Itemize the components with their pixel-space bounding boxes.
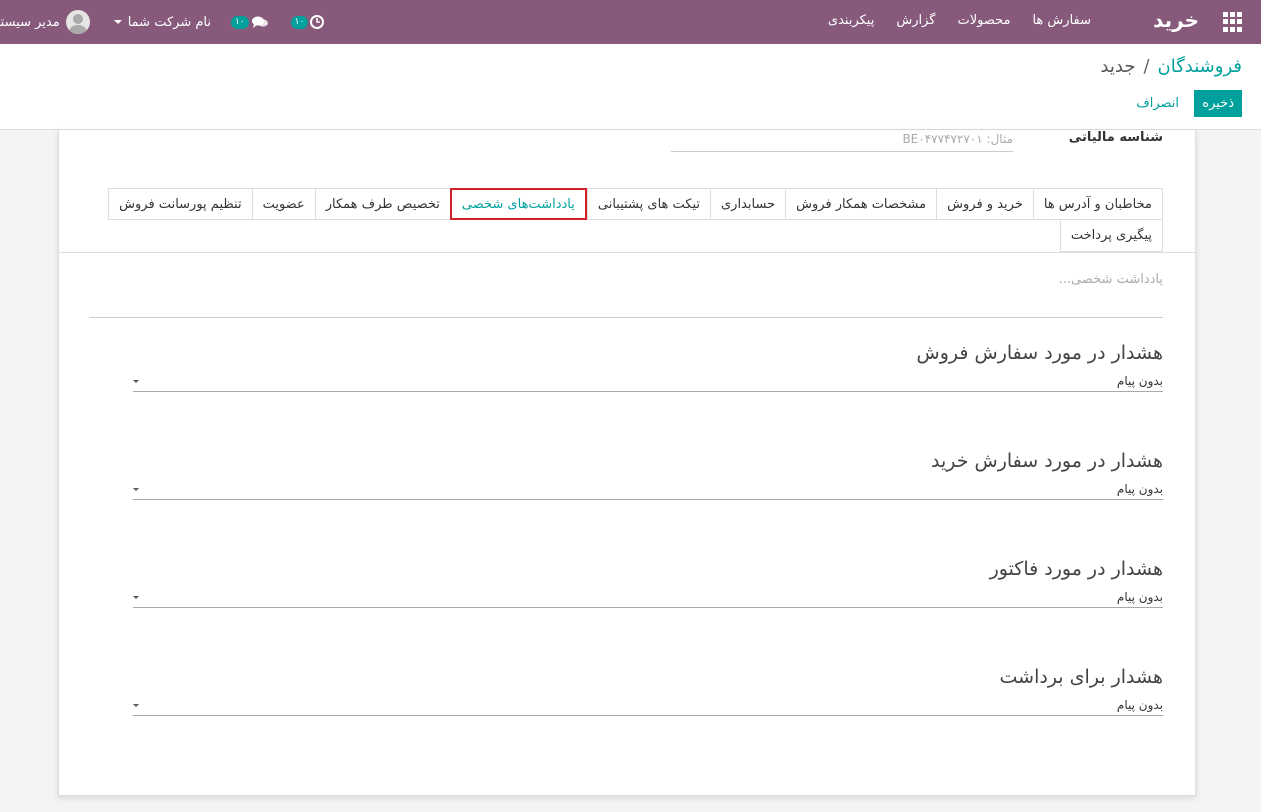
apps-grid-icon[interactable] — [1223, 12, 1243, 32]
caret-down-icon — [133, 596, 139, 599]
tabs-divider — [59, 252, 1197, 253]
chat-icon — [251, 16, 268, 28]
tab-contacts-addresses[interactable]: مخاطبان و آدرس ها — [1032, 188, 1163, 220]
invoice-warning-value: بدون پیام — [1116, 590, 1163, 604]
sale-warning-title: هشدار در مورد سفارش فروش — [916, 342, 1163, 364]
caret-down-icon — [133, 488, 139, 491]
messaging-menu[interactable]: ۱۰ — [230, 15, 269, 29]
tab-accounting[interactable]: حسابداری — [710, 188, 786, 220]
vat-label: شناسه مالیاتی — [1068, 130, 1163, 145]
form-sheet: شناسه مالیاتی مثال: BE۰۴۷۷۴۷۲۷۰۱ مخاطبان… — [58, 130, 1197, 796]
tab-sales-purchase[interactable]: خرید و فروش — [936, 188, 1033, 220]
chat-count-badge: ۱۰ — [230, 15, 249, 29]
user-name: مدیر سیستم — [0, 14, 60, 30]
user-menu[interactable]: مدیر سیستم — [0, 10, 90, 34]
picking-warning-value: بدون پیام — [1116, 698, 1163, 712]
tab-partner-assignment[interactable]: تخصیص طرف همکار — [314, 188, 450, 220]
tab-support-tickets[interactable]: تیکت های پشتیبانی — [586, 188, 710, 220]
breadcrumb: فروشندگان / جدید — [1100, 56, 1242, 77]
tab-payment-follow-up[interactable]: پیگیری پرداخت — [1059, 220, 1163, 252]
picking-warning-title: هشدار برای برداشت — [999, 666, 1164, 688]
caret-down-icon — [133, 380, 139, 383]
main-menu: سفارش ها محصولات گزارش پیکربندی — [828, 13, 1091, 28]
breadcrumb-separator: / — [1143, 56, 1150, 77]
activity-menu[interactable]: ۱۰ — [290, 15, 325, 29]
tab-internal-notes[interactable]: یادداشت‌های شخصی — [449, 188, 587, 220]
app-brand[interactable]: خرید — [1153, 8, 1199, 32]
caret-down-icon — [113, 20, 122, 24]
menu-item-products[interactable]: محصولات — [957, 13, 1010, 28]
sale-warning-select[interactable]: بدون پیام — [133, 372, 1163, 392]
top-navbar: خرید سفارش ها محصولات گزارش پیکربندی مدی… — [0, 0, 1261, 44]
caret-down-icon — [133, 704, 139, 707]
company-name: نام شرکت شما — [127, 14, 211, 30]
internal-note-field[interactable]: یادداشت شخصی... — [89, 272, 1163, 318]
picking-warning-group: هشدار برای برداشت بدون پیام — [133, 666, 1163, 716]
discard-button[interactable]: انصراف — [1136, 96, 1179, 111]
avatar — [65, 10, 90, 34]
activity-count-badge: ۱۰ — [290, 15, 309, 29]
sale-warning-group: هشدار در مورد سفارش فروش بدون پیام — [133, 342, 1163, 392]
purchase-warning-title: هشدار در مورد سفارش خرید — [931, 450, 1163, 472]
clock-icon — [310, 15, 325, 29]
invoice-warning-select[interactable]: بدون پیام — [133, 588, 1163, 608]
menu-item-orders[interactable]: سفارش ها — [1032, 13, 1091, 28]
invoice-warning-group: هشدار در مورد فاکتور بدون پیام — [133, 558, 1163, 608]
purchase-warning-value: بدون پیام — [1116, 482, 1163, 496]
invoice-warning-title: هشدار در مورد فاکتور — [989, 558, 1163, 580]
navbar-systray: مدیر سیستم نام شرکت شما ۱۰ ۱۰ — [0, 7, 325, 37]
vat-input[interactable]: مثال: BE۰۴۷۷۴۷۲۷۰۱ — [671, 130, 1013, 152]
picking-warning-select[interactable]: بدون پیام — [133, 696, 1163, 716]
breadcrumb-vendors[interactable]: فروشندگان — [1158, 56, 1242, 77]
purchase-warning-select[interactable]: بدون پیام — [133, 480, 1163, 500]
tab-partner-details[interactable]: مشخصات همکار فروش — [785, 188, 937, 220]
notebook-tabs: مخاطبان و آدرس ها خرید و فروش مشخصات همک… — [108, 188, 1163, 220]
menu-item-report[interactable]: گزارش — [896, 13, 935, 28]
breadcrumb-current: جدید — [1100, 56, 1136, 77]
company-switcher[interactable]: نام شرکت شما — [113, 14, 211, 30]
tab-membership[interactable]: عضویت — [251, 188, 315, 220]
menu-item-configuration[interactable]: پیکربندی — [828, 13, 874, 28]
control-panel: فروشندگان / جدید ذخیره انصراف — [0, 44, 1261, 130]
save-button[interactable]: ذخیره — [1194, 90, 1242, 117]
tab-commission-settings[interactable]: تنظیم پورسانت فروش — [108, 188, 252, 220]
purchase-warning-group: هشدار در مورد سفارش خرید بدون پیام — [133, 450, 1163, 500]
sale-warning-value: بدون پیام — [1116, 374, 1163, 388]
